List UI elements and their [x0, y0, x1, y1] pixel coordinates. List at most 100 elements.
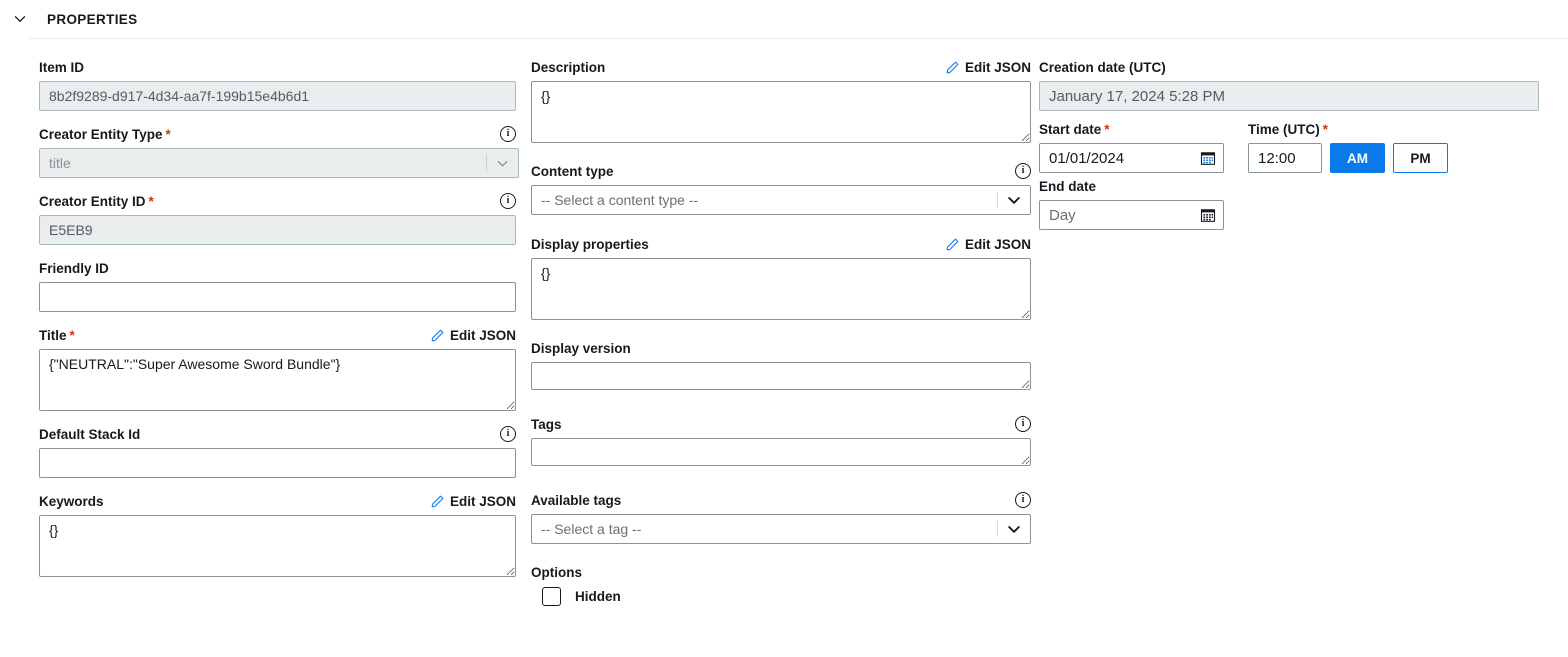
description-label: Description [531, 60, 605, 75]
field-creation-date: Creation date (UTC) [1039, 57, 1539, 111]
required-asterisk: * [149, 194, 154, 209]
title-label: Title [39, 328, 67, 343]
meridiem-toggle-group: AM PM [1330, 143, 1448, 173]
tags-label: Tags [531, 417, 562, 432]
field-header: Item ID [39, 57, 516, 77]
field-header: Title * Edit JSON [39, 325, 516, 345]
options-label: Options [531, 565, 582, 580]
available-tags-select[interactable]: -- Select a tag -- [531, 514, 1031, 544]
field-header: Content type i [531, 161, 1031, 181]
hidden-option-row: Hidden [531, 587, 1031, 606]
creation-date-label: Creation date (UTC) [1039, 60, 1166, 75]
page-title: PROPERTIES [47, 12, 138, 27]
info-icon[interactable]: i [500, 126, 516, 142]
chevron-down-icon [1007, 522, 1021, 536]
creator-entity-type-label: Creator Entity Type [39, 127, 163, 142]
keywords-textarea[interactable] [39, 515, 516, 577]
info-icon[interactable]: i [500, 426, 516, 442]
edit-json-label: Edit JSON [450, 328, 516, 343]
time-utc-label: Time (UTC) [1248, 122, 1320, 137]
display-version-label: Display version [531, 341, 631, 356]
field-header: Start date * [1039, 119, 1224, 139]
start-date-input[interactable] [1039, 143, 1224, 173]
field-title: Title * Edit JSON [39, 325, 516, 411]
start-date-calendar-icon[interactable] [1198, 148, 1218, 168]
end-date-input[interactable] [1039, 200, 1224, 230]
required-asterisk: * [1104, 122, 1109, 137]
am-button[interactable]: AM [1330, 143, 1385, 173]
keywords-label: Keywords [39, 494, 104, 509]
field-options: Options Hidden [531, 562, 1031, 606]
field-available-tags: Available tags i -- Select a tag -- [531, 490, 1031, 544]
edit-json-label: Edit JSON [965, 60, 1031, 75]
field-tags: Tags i [531, 414, 1031, 466]
start-date-time-row: Start date * [1039, 119, 1539, 173]
properties-form: Item ID Creator Entity Type * i title [0, 39, 1568, 619]
field-header: Description Edit JSON [531, 57, 1031, 77]
friendly-id-input[interactable] [39, 282, 516, 312]
chevron-down-icon [496, 157, 509, 170]
chevron-down-icon [1007, 193, 1021, 207]
creator-entity-id-label: Creator Entity ID [39, 194, 146, 209]
tags-textarea[interactable] [531, 438, 1031, 466]
display-properties-textarea[interactable] [531, 258, 1031, 320]
default-stack-id-input[interactable] [39, 448, 516, 478]
info-icon[interactable]: i [1015, 163, 1031, 179]
display-version-textarea[interactable] [531, 362, 1031, 390]
field-start-date: Start date * [1039, 119, 1224, 173]
time-input[interactable] [1248, 143, 1322, 173]
field-item-id: Item ID [39, 57, 516, 111]
field-header: End date [1039, 176, 1539, 196]
available-tags-label: Available tags [531, 493, 621, 508]
field-header: Creation date (UTC) [1039, 57, 1539, 77]
field-header: Tags i [531, 414, 1031, 434]
middle-column: Description Edit JSON Content type i [516, 57, 1031, 619]
field-header: Friendly ID [39, 258, 516, 278]
item-id-input[interactable] [39, 81, 516, 111]
field-display-version: Display version [531, 338, 1031, 390]
pencil-icon [430, 328, 445, 343]
info-icon[interactable]: i [1015, 492, 1031, 508]
edit-json-display-properties-button[interactable]: Edit JSON [945, 237, 1031, 252]
description-textarea[interactable] [531, 81, 1031, 143]
pm-button[interactable]: PM [1393, 143, 1448, 173]
collapse-section-chevron-down-icon[interactable] [8, 7, 32, 31]
item-id-label: Item ID [39, 60, 84, 75]
end-date-calendar-icon[interactable] [1198, 205, 1218, 225]
edit-json-keywords-button[interactable]: Edit JSON [430, 494, 516, 509]
pencil-icon [945, 60, 960, 75]
edit-json-label: Edit JSON [965, 237, 1031, 252]
field-header: Creator Entity ID * i [39, 191, 516, 211]
edit-json-description-button[interactable]: Edit JSON [945, 60, 1031, 75]
edit-json-label: Edit JSON [450, 494, 516, 509]
info-icon[interactable]: i [1015, 416, 1031, 432]
field-creator-entity-type: Creator Entity Type * i title [39, 124, 516, 178]
time-controls: AM PM [1248, 143, 1539, 173]
info-icon[interactable]: i [500, 193, 516, 209]
field-creator-entity-id: Creator Entity ID * i [39, 191, 516, 245]
creator-entity-type-selected-value: title [49, 155, 71, 171]
required-asterisk: * [70, 328, 75, 343]
field-default-stack-id: Default Stack Id i [39, 424, 516, 478]
hidden-checkbox[interactable] [542, 587, 561, 606]
right-column: Creation date (UTC) Start date * [1031, 57, 1539, 243]
field-friendly-id: Friendly ID [39, 258, 516, 312]
properties-section-header: PROPERTIES [0, 0, 1568, 38]
field-keywords: Keywords Edit JSON [39, 491, 516, 577]
creator-entity-type-select[interactable]: title [39, 148, 519, 178]
available-tags-selected-value: -- Select a tag -- [541, 521, 641, 537]
creator-entity-id-input[interactable] [39, 215, 516, 245]
start-date-label: Start date [1039, 122, 1101, 137]
creation-date-input[interactable] [1039, 81, 1539, 111]
field-content-type: Content type i -- Select a content type … [531, 161, 1031, 215]
field-header: Keywords Edit JSON [39, 491, 516, 511]
edit-json-title-button[interactable]: Edit JSON [430, 328, 516, 343]
field-display-properties: Display properties Edit JSON [531, 234, 1031, 320]
title-textarea[interactable] [39, 349, 516, 411]
required-asterisk: * [1323, 122, 1328, 137]
content-type-select[interactable]: -- Select a content type -- [531, 185, 1031, 215]
field-header: Options [531, 562, 1031, 582]
field-header: Default Stack Id i [39, 424, 516, 444]
field-description: Description Edit JSON [531, 57, 1031, 143]
field-header: Display version [531, 338, 1031, 358]
